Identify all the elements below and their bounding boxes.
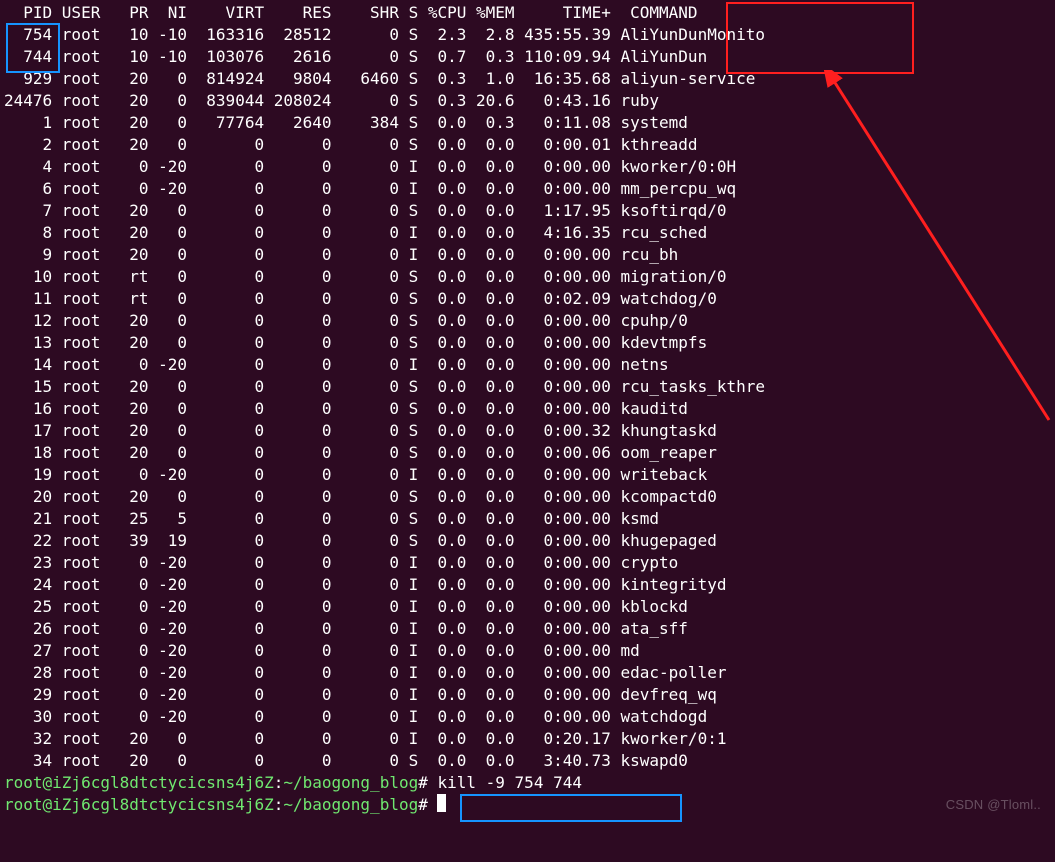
- process-row: 24476 root 20 0 839044 208024 0 S 0.3 20…: [4, 90, 1051, 112]
- process-row: 29 root 0 -20 0 0 0 I 0.0 0.0 0:00.00 de…: [4, 684, 1051, 706]
- process-row: 12 root 20 0 0 0 0 S 0.0 0.0 0:00.00 cpu…: [4, 310, 1051, 332]
- process-row: 21 root 25 5 0 0 0 S 0.0 0.0 0:00.00 ksm…: [4, 508, 1051, 530]
- process-row: 744 root 10 -10 103076 2616 0 S 0.7 0.3 …: [4, 46, 1051, 68]
- process-row: 7 root 20 0 0 0 0 S 0.0 0.0 1:17.95 ksof…: [4, 200, 1051, 222]
- shell-prompt: root@iZj6cgl8dtctycicsns4j6Z: [4, 773, 274, 792]
- process-row: 18 root 20 0 0 0 0 S 0.0 0.0 0:00.06 oom…: [4, 442, 1051, 464]
- process-row: 929 root 20 0 814924 9804 6460 S 0.3 1.0…: [4, 68, 1051, 90]
- process-row: 14 root 0 -20 0 0 0 I 0.0 0.0 0:00.00 ne…: [4, 354, 1051, 376]
- cursor-icon: [437, 794, 446, 812]
- watermark-text: CSDN @Tloml..: [946, 794, 1041, 816]
- process-row: 4 root 0 -20 0 0 0 I 0.0 0.0 0:00.00 kwo…: [4, 156, 1051, 178]
- process-row: 13 root 20 0 0 0 0 S 0.0 0.0 0:00.00 kde…: [4, 332, 1051, 354]
- process-row: 30 root 0 -20 0 0 0 I 0.0 0.0 0:00.00 wa…: [4, 706, 1051, 728]
- process-row: 11 root rt 0 0 0 0 S 0.0 0.0 0:02.09 wat…: [4, 288, 1051, 310]
- process-row: 24 root 0 -20 0 0 0 I 0.0 0.0 0:00.00 ki…: [4, 574, 1051, 596]
- process-row: 6 root 0 -20 0 0 0 I 0.0 0.0 0:00.00 mm_…: [4, 178, 1051, 200]
- terminal-output[interactable]: PID USER PR NI VIRT RES SHR S %CPU %MEM …: [0, 0, 1055, 822]
- process-row: 25 root 0 -20 0 0 0 I 0.0 0.0 0:00.00 kb…: [4, 596, 1051, 618]
- process-row: 8 root 20 0 0 0 0 I 0.0 0.0 4:16.35 rcu_…: [4, 222, 1051, 244]
- process-row: 26 root 0 -20 0 0 0 I 0.0 0.0 0:00.00 at…: [4, 618, 1051, 640]
- shell-path: ~/baogong_blog: [283, 773, 418, 792]
- process-row: 16 root 20 0 0 0 0 S 0.0 0.0 0:00.00 kau…: [4, 398, 1051, 420]
- shell-prompt: root@iZj6cgl8dtctycicsns4j6Z: [4, 795, 274, 814]
- process-row: 23 root 0 -20 0 0 0 I 0.0 0.0 0:00.00 cr…: [4, 552, 1051, 574]
- process-row: 754 root 10 -10 163316 28512 0 S 2.3 2.8…: [4, 24, 1051, 46]
- shell-command[interactable]: kill -9 754 744: [437, 773, 582, 792]
- process-row: 10 root rt 0 0 0 0 S 0.0 0.0 0:00.00 mig…: [4, 266, 1051, 288]
- process-row: 19 root 0 -20 0 0 0 I 0.0 0.0 0:00.00 wr…: [4, 464, 1051, 486]
- process-row: 20 root 20 0 0 0 0 S 0.0 0.0 0:00.00 kco…: [4, 486, 1051, 508]
- process-row: 1 root 20 0 77764 2640 384 S 0.0 0.3 0:1…: [4, 112, 1051, 134]
- process-row: 28 root 0 -20 0 0 0 I 0.0 0.0 0:00.00 ed…: [4, 662, 1051, 684]
- process-row: 15 root 20 0 0 0 0 S 0.0 0.0 0:00.00 rcu…: [4, 376, 1051, 398]
- process-row: 2 root 20 0 0 0 0 S 0.0 0.0 0:00.01 kthr…: [4, 134, 1051, 156]
- prompt-line-2[interactable]: root@iZj6cgl8dtctycicsns4j6Z:~/baogong_b…: [4, 794, 1051, 816]
- process-row: 9 root 20 0 0 0 0 I 0.0 0.0 0:00.00 rcu_…: [4, 244, 1051, 266]
- process-row: 27 root 0 -20 0 0 0 I 0.0 0.0 0:00.00 md: [4, 640, 1051, 662]
- process-row: 17 root 20 0 0 0 0 S 0.0 0.0 0:00.32 khu…: [4, 420, 1051, 442]
- shell-path: ~/baogong_blog: [283, 795, 418, 814]
- process-row: 34 root 20 0 0 0 0 S 0.0 0.0 3:40.73 ksw…: [4, 750, 1051, 772]
- prompt-line-1[interactable]: root@iZj6cgl8dtctycicsns4j6Z:~/baogong_b…: [4, 772, 1051, 794]
- process-row: 32 root 20 0 0 0 0 I 0.0 0.0 0:20.17 kwo…: [4, 728, 1051, 750]
- top-header-row: PID USER PR NI VIRT RES SHR S %CPU %MEM …: [4, 2, 1051, 24]
- process-row: 22 root 39 19 0 0 0 S 0.0 0.0 0:00.00 kh…: [4, 530, 1051, 552]
